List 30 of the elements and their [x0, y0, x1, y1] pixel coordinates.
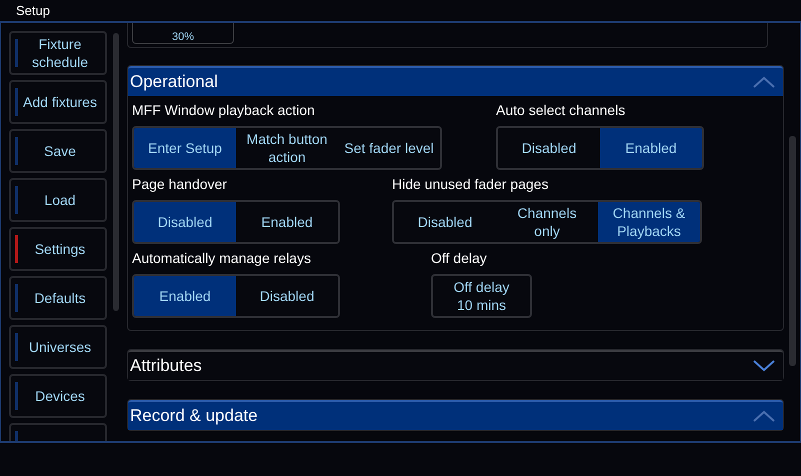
chevron-down-icon	[753, 360, 775, 372]
section-header[interactable]: Attributes	[128, 350, 783, 380]
setting-label: Off delay	[431, 249, 488, 268]
segment-option[interactable]: Disabled	[134, 202, 236, 242]
segment-option[interactable]: Channels & Playbacks	[598, 202, 700, 242]
sidebar-item[interactable]: Universes	[9, 325, 107, 369]
chevron-up-icon	[753, 410, 775, 422]
sidebar-item[interactable]: Settings	[9, 227, 107, 271]
sidebar-item[interactable]: Load	[9, 178, 107, 222]
setting-label: MFF Window playback action	[132, 101, 316, 120]
setting-label: Auto select channels	[496, 101, 626, 120]
sidebar-item[interactable]: Save	[9, 129, 107, 173]
segment-option[interactable]: Enabled	[134, 276, 236, 316]
sidebar-item[interactable]: Defaults	[9, 276, 107, 320]
scrollbar[interactable]	[789, 136, 796, 366]
setting-label: Automatically manage relays	[132, 249, 312, 268]
section-header[interactable]: Record & update	[128, 400, 783, 430]
value-button[interactable]: Off delay 10 mins	[431, 274, 532, 318]
segment-option[interactable]: Enabled	[600, 128, 702, 168]
segment-option[interactable]: Enter Setup	[134, 128, 236, 168]
sidebar-item[interactable]: Add fixtures	[9, 80, 107, 124]
value-button[interactable]: 30%	[132, 23, 234, 44]
section-header[interactable]: Operational	[128, 66, 783, 96]
chevron-up-icon	[753, 76, 775, 88]
setting-label: Page handover	[132, 175, 228, 194]
window-title: Setup	[16, 3, 50, 18]
scrollbar[interactable]	[113, 33, 119, 311]
sidebar-item[interactable]: Fixture schedule	[9, 31, 107, 75]
sidebar-item[interactable]: Devices	[9, 374, 107, 418]
setting-label: Hide unused fader pages	[392, 175, 550, 194]
